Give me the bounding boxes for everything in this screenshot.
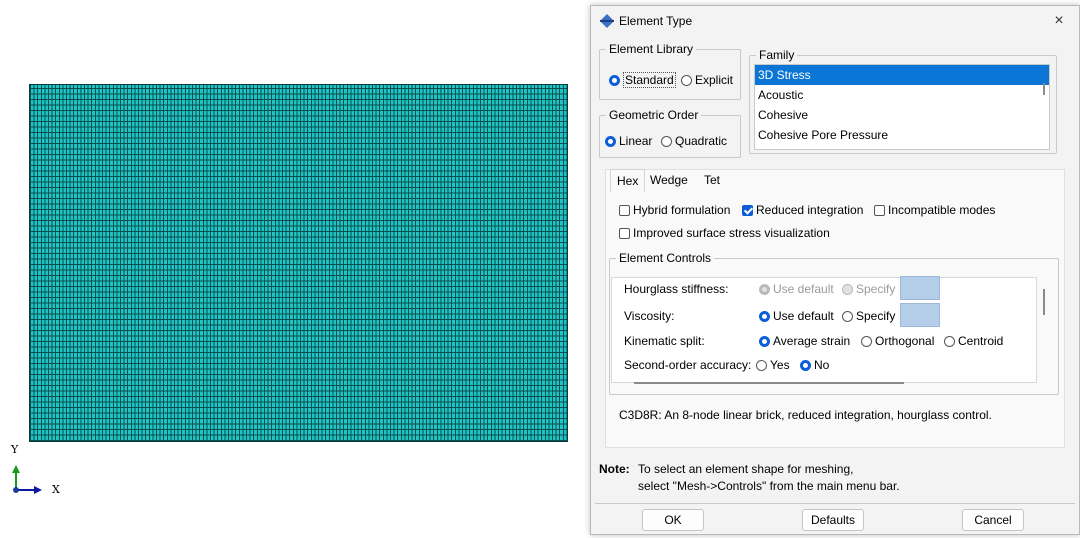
- geometric-order-label: Geometric Order: [609, 108, 699, 122]
- hourglass-specify-label: Specify: [856, 282, 896, 296]
- viscosity-specify-field[interactable]: [900, 303, 940, 327]
- viscosity-label: Viscosity:: [624, 309, 675, 323]
- checkbox-improved-icon: [619, 228, 630, 239]
- ok-button[interactable]: OK: [642, 509, 704, 531]
- radio-standard-label: Standard: [623, 72, 676, 88]
- hourglass-use-default-icon: [759, 284, 770, 295]
- radio-standard[interactable]: Standard: [609, 72, 676, 88]
- tab-wedge[interactable]: Wedge: [644, 169, 694, 191]
- family-item-cohesive[interactable]: Cohesive: [755, 105, 1049, 125]
- geometric-order-group: Geometric Order: [599, 108, 741, 158]
- kinematic-orthogonal-radio[interactable]: Orthogonal: [861, 334, 934, 348]
- radio-quadratic[interactable]: Quadratic: [661, 134, 727, 148]
- controls-vertical-scrollbar[interactable]: [1043, 289, 1045, 315]
- checkbox-improved-label: Improved surface stress visualization: [633, 226, 830, 240]
- defaults-button[interactable]: Defaults: [802, 509, 864, 531]
- hourglass-specify-icon: [842, 284, 853, 295]
- radio-quadratic-icon: [661, 136, 672, 147]
- tab-hex[interactable]: Hex: [610, 169, 646, 192]
- kinematic-split-label: Kinematic split:: [624, 334, 705, 348]
- family-label: Family: [759, 48, 795, 62]
- second-order-yes-label: Yes: [770, 358, 790, 372]
- second-order-no-icon: [800, 360, 811, 371]
- note-line-2: select "Mesh->Controls" from the main me…: [638, 479, 900, 493]
- radio-quadratic-label: Quadratic: [675, 134, 728, 148]
- button-separator: [595, 503, 1075, 504]
- family-item-acoustic[interactable]: Acoustic: [755, 85, 1049, 105]
- element-controls-label: Element Controls: [619, 251, 712, 265]
- checkbox-hybrid-label: Hybrid formulation: [633, 203, 731, 217]
- viscosity-specify-label: Specify: [856, 309, 896, 323]
- element-type-dialog: Element Type × Element Library Standard …: [590, 5, 1080, 535]
- mesh-part[interactable]: [29, 84, 568, 442]
- second-order-no-label: No: [814, 358, 830, 372]
- second-order-no-radio[interactable]: No: [800, 358, 829, 372]
- family-scrollbar[interactable]: [1043, 83, 1045, 95]
- hourglass-specify-radio: Specify: [842, 282, 895, 296]
- viscosity-specify-radio[interactable]: Specify: [842, 309, 895, 323]
- checkbox-hybrid-formulation[interactable]: Hybrid formulation: [619, 203, 730, 217]
- viscosity-use-default-label: Use default: [773, 309, 834, 323]
- element-library-label: Element Library: [609, 42, 694, 56]
- close-button[interactable]: ×: [1049, 11, 1069, 31]
- second-order-yes-icon: [756, 360, 767, 371]
- radio-explicit-icon: [681, 75, 692, 86]
- radio-linear-label: Linear: [619, 134, 653, 148]
- radio-linear[interactable]: Linear: [605, 134, 652, 148]
- element-type-icon: [600, 14, 614, 28]
- viewport[interactable]: Y X: [0, 0, 590, 538]
- cancel-button[interactable]: Cancel: [962, 509, 1024, 531]
- second-order-yes-radio[interactable]: Yes: [756, 358, 790, 372]
- kinematic-average-strain-label: Average strain: [773, 334, 851, 348]
- second-order-accuracy-label: Second-order accuracy:: [624, 358, 752, 372]
- checkbox-hybrid-icon: [619, 205, 630, 216]
- hourglass-use-default-label: Use default: [773, 282, 834, 296]
- controls-horizontal-scrollbar[interactable]: [634, 382, 904, 384]
- kinematic-average-strain-icon: [759, 336, 770, 347]
- tab-tet[interactable]: Tet: [698, 169, 726, 191]
- hourglass-use-default-radio: Use default: [759, 282, 834, 296]
- checkbox-incompatible-icon: [874, 205, 885, 216]
- kinematic-orthogonal-label: Orthogonal: [875, 334, 935, 348]
- radio-standard-icon: [609, 75, 620, 86]
- kinematic-centroid-radio[interactable]: Centroid: [944, 334, 1003, 348]
- hourglass-specify-field: [900, 276, 940, 300]
- checkbox-reduced-integration[interactable]: Reduced integration: [742, 203, 863, 217]
- viscosity-use-default-radio[interactable]: Use default: [759, 309, 834, 323]
- element-library-group: Element Library: [599, 42, 741, 100]
- axis-x-label: X: [52, 483, 60, 496]
- checkbox-reduced-label: Reduced integration: [756, 203, 864, 217]
- family-item-3d-stress[interactable]: 3D Stress: [755, 65, 1049, 85]
- hourglass-stiffness-label: Hourglass stiffness:: [624, 282, 729, 296]
- note-label: Note:: [599, 462, 630, 476]
- dialog-title: Element Type: [619, 14, 693, 28]
- family-item-cohesive-pore-pressure[interactable]: Cohesive Pore Pressure: [755, 125, 1049, 145]
- axis-y-label: Y: [11, 443, 19, 456]
- title-bar[interactable]: Element Type ×: [591, 6, 1079, 36]
- element-description: C3D8R: An 8-node linear brick, reduced i…: [619, 408, 992, 422]
- radio-explicit-label: Explicit: [695, 73, 734, 87]
- checkbox-incompatible-label: Incompatible modes: [888, 203, 996, 217]
- radio-linear-icon: [605, 136, 616, 147]
- kinematic-average-strain-radio[interactable]: Average strain: [759, 334, 850, 348]
- checkbox-incompatible-modes[interactable]: Incompatible modes: [874, 203, 995, 217]
- note-line-1: To select an element shape for meshing,: [638, 462, 854, 476]
- checkbox-reduced-icon: [742, 205, 753, 216]
- kinematic-centroid-label: Centroid: [958, 334, 1004, 348]
- viscosity-use-default-icon: [759, 311, 770, 322]
- kinematic-centroid-icon: [944, 336, 955, 347]
- radio-explicit[interactable]: Explicit: [681, 73, 733, 87]
- family-list[interactable]: 3D Stress Acoustic Cohesive Cohesive Por…: [754, 64, 1050, 150]
- viscosity-specify-icon: [842, 311, 853, 322]
- checkbox-improved-surface-stress[interactable]: Improved surface stress visualization: [619, 226, 830, 240]
- kinematic-orthogonal-icon: [861, 336, 872, 347]
